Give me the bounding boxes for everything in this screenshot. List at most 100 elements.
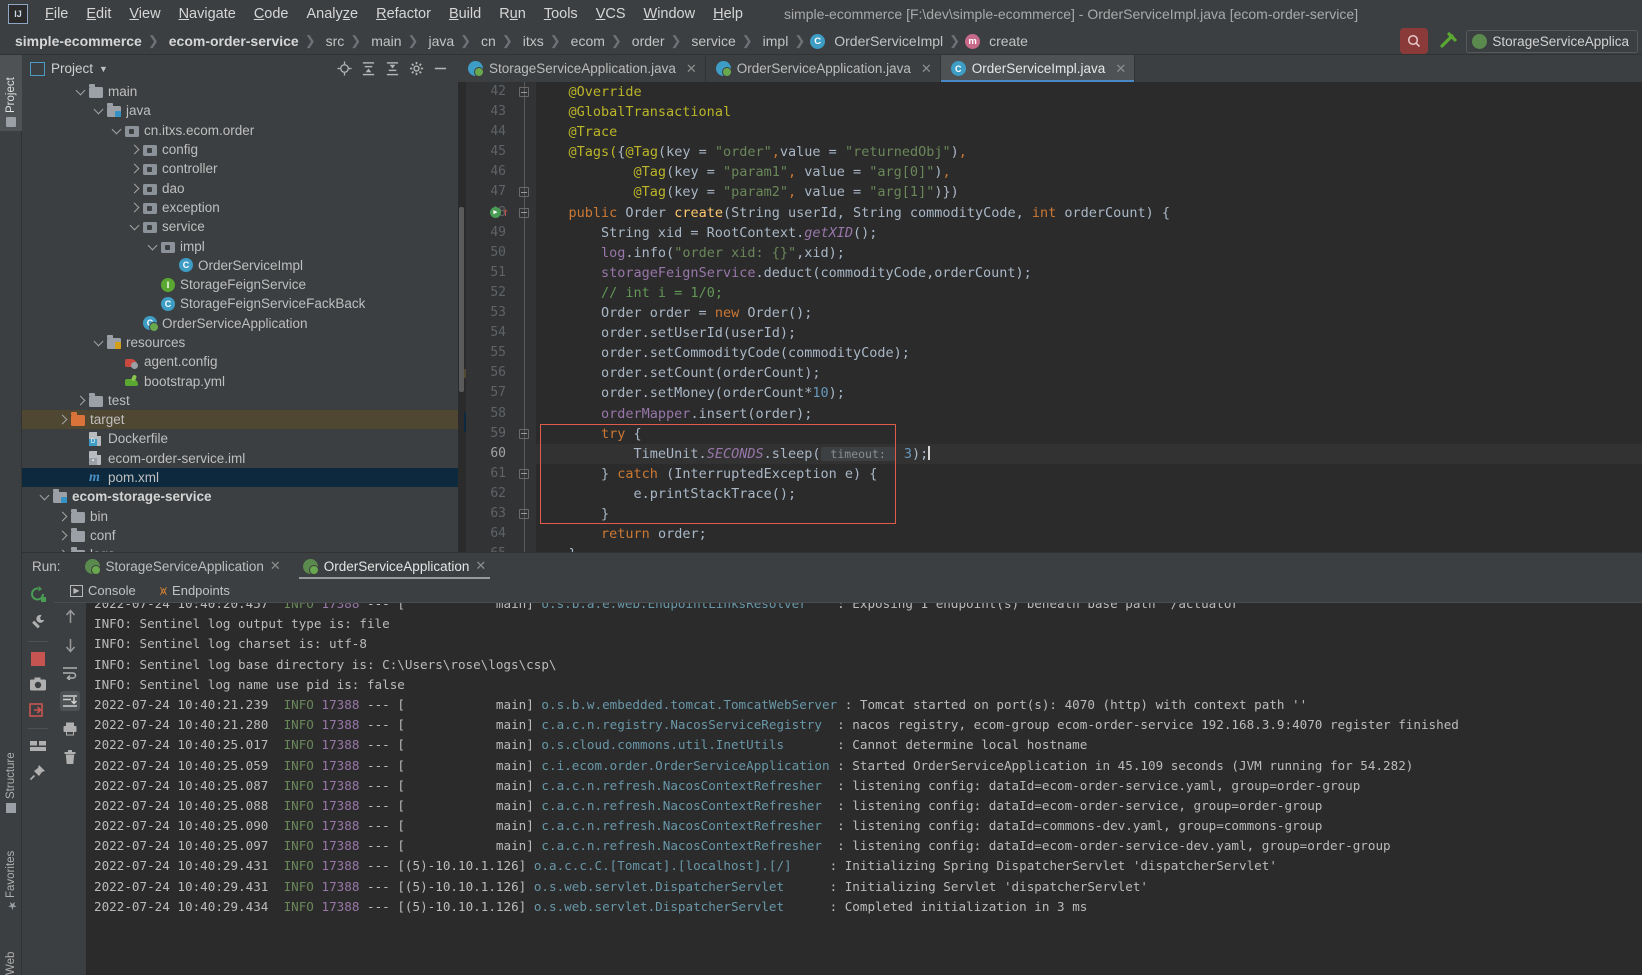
- soft-wrap-button[interactable]: [60, 663, 80, 683]
- gutter-line-42[interactable]: 42: [466, 82, 536, 103]
- gutter-line-57[interactable]: 57: [466, 383, 536, 404]
- chevron-right-icon[interactable]: [130, 144, 141, 155]
- run-gutter-icon[interactable]: ▶: [490, 206, 501, 218]
- clear-console-button[interactable]: [60, 747, 80, 767]
- tree-node-exception[interactable]: exception: [22, 198, 458, 217]
- code-line-65[interactable]: }: [536, 544, 1642, 552]
- tree-node-target[interactable]: target: [22, 410, 458, 430]
- tree-node-bootstrap-yml[interactable]: bootstrap.yml: [22, 371, 458, 390]
- tree-node-storagefeignservicefackback[interactable]: C StorageFeignServiceFackBack: [22, 294, 458, 313]
- chevron-down-icon[interactable]: [94, 337, 105, 348]
- gutter-line-55[interactable]: 55: [466, 343, 536, 364]
- gutter-line-52[interactable]: 52: [466, 282, 536, 304]
- chevron-right-icon[interactable]: [58, 511, 69, 522]
- chevron-down-icon[interactable]: [40, 491, 51, 502]
- tree-node-impl[interactable]: impl: [22, 236, 458, 255]
- gutter-line-51[interactable]: 51: [466, 262, 536, 283]
- console-output[interactable]: 2022-07-24 10:40:20.457 INFO 17388 --- […: [86, 603, 1642, 975]
- breadcrumb-item-main[interactable]: main ❯: [364, 31, 421, 51]
- code-line-59[interactable]: try {: [536, 424, 1642, 444]
- scroll-up-button[interactable]: [60, 607, 80, 627]
- fold-toggle-icon[interactable]: [519, 428, 529, 439]
- editor-tab-orderserviceapplication-java[interactable]: OrderServiceApplication.java ✕: [706, 55, 941, 82]
- layout-icon[interactable]: [29, 739, 47, 753]
- breadcrumb-item-service[interactable]: service ❯: [684, 31, 755, 51]
- menu-item-refactor[interactable]: Refactor: [367, 3, 440, 25]
- chevron-down-icon[interactable]: [112, 125, 123, 136]
- gutter-line-48[interactable]: ▶↑48: [466, 202, 536, 223]
- breadcrumb-item-ecom[interactable]: ecom ❯: [564, 31, 625, 51]
- editor-tab-storageserviceapplication-java[interactable]: StorageServiceApplication.java ✕: [458, 55, 706, 82]
- fold-toggle-icon[interactable]: [519, 207, 529, 218]
- fold-toggle-icon[interactable]: [519, 87, 529, 97]
- menu-item-code[interactable]: Code: [245, 3, 298, 25]
- tree-node-java[interactable]: java: [22, 101, 458, 120]
- menu-item-build[interactable]: Build: [440, 3, 490, 25]
- gutter-line-64[interactable]: 64: [466, 524, 536, 545]
- tree-node-agent-config[interactable]: agent.config: [22, 352, 458, 371]
- chevron-down-icon[interactable]: ▼: [99, 64, 108, 74]
- menu-item-navigate[interactable]: Navigate: [170, 3, 245, 25]
- gutter-line-50[interactable]: 50: [466, 242, 536, 263]
- chevron-right-icon[interactable]: [130, 202, 141, 213]
- target-icon[interactable]: [337, 61, 352, 76]
- close-icon[interactable]: ✕: [475, 558, 486, 574]
- tool-tab-project[interactable]: Project: [0, 55, 22, 131]
- tree-node-config[interactable]: config: [22, 140, 458, 159]
- code-line-60[interactable]: TimeUnit.SECONDS.sleep( timeout: 3);: [536, 443, 1642, 464]
- tool-tab-favorites[interactable]: ★ Favorites: [0, 830, 22, 916]
- breadcrumb-item-order[interactable]: order ❯: [625, 31, 685, 51]
- tree-node-controller[interactable]: controller: [22, 159, 458, 178]
- code-line-55[interactable]: order.setCommodityCode(commodityCode);: [536, 343, 1642, 363]
- expand-all-icon[interactable]: [361, 61, 376, 76]
- close-icon[interactable]: ✕: [686, 61, 697, 77]
- gutter-line-60[interactable]: 60: [466, 443, 536, 464]
- fold-toggle-icon[interactable]: [519, 508, 529, 519]
- code-line-52[interactable]: // int i = 1/0;: [536, 283, 1642, 303]
- run-configuration-selector[interactable]: StorageServiceApplica: [1466, 29, 1638, 53]
- chevron-down-icon[interactable]: [130, 221, 141, 232]
- code-line-54[interactable]: order.setUserId(userId);: [536, 323, 1642, 343]
- close-icon[interactable]: ✕: [270, 558, 281, 574]
- menu-item-analyze[interactable]: Analyze: [298, 3, 368, 25]
- tree-node-orderserviceimpl[interactable]: C OrderServiceImpl: [22, 256, 458, 275]
- menu-item-window[interactable]: Window: [635, 3, 705, 25]
- tree-node-service[interactable]: service: [22, 217, 458, 236]
- code-line-53[interactable]: Order order = new Order();: [536, 303, 1642, 323]
- scroll-to-end-button[interactable]: [60, 691, 80, 711]
- scrollbar-thumb[interactable]: [459, 207, 464, 392]
- chevron-down-icon[interactable]: [76, 86, 87, 97]
- tool-tab-structure[interactable]: Structure: [0, 735, 22, 817]
- menu-item-help[interactable]: Help: [704, 3, 752, 25]
- menu-item-run[interactable]: Run: [490, 3, 535, 25]
- tree-node-ecom-order-service-iml[interactable]: ▪ ecom-order-service.iml: [22, 449, 458, 468]
- gutter-line-53[interactable]: 53: [466, 303, 536, 324]
- editor-code-lines[interactable]: @Override @GlobalTransactional @Trace @T…: [536, 82, 1642, 552]
- breadcrumb-item-simple-ecommerce[interactable]: simple-ecommerce ❯: [8, 31, 162, 51]
- gutter-line-47[interactable]: 47: [466, 182, 536, 203]
- close-icon[interactable]: ✕: [1115, 61, 1126, 77]
- override-marker-icon[interactable]: ↑: [502, 205, 509, 219]
- menu-item-tools[interactable]: Tools: [535, 3, 587, 25]
- code-line-42[interactable]: @Override: [536, 82, 1642, 102]
- tree-node-logs[interactable]: logs: [22, 545, 458, 552]
- code-line-49[interactable]: String xid = RootContext.getXID();: [536, 223, 1642, 243]
- minimize-icon[interactable]: [433, 61, 448, 76]
- code-line-62[interactable]: e.printStackTrace();: [536, 484, 1642, 504]
- rerun-icon[interactable]: [29, 585, 47, 603]
- menu-item-edit[interactable]: Edit: [77, 3, 120, 25]
- console-tab-endpoints[interactable]: ⩙ Endpoints: [156, 581, 234, 601]
- wrench-icon[interactable]: [29, 613, 47, 631]
- tree-node-pom-xml[interactable]: m pom.xml: [22, 467, 458, 488]
- tool-tab-web[interactable]: Web: [0, 933, 22, 975]
- breadcrumb-item-create[interactable]: m create: [963, 31, 1035, 51]
- breadcrumb-item-orderserviceimpl[interactable]: C OrderServiceImpl ❯: [808, 31, 963, 51]
- export-icon[interactable]: [29, 702, 47, 718]
- close-icon[interactable]: ✕: [921, 61, 932, 77]
- code-line-63[interactable]: }: [536, 504, 1642, 524]
- gutter-line-59[interactable]: 59: [466, 423, 536, 444]
- pin-icon[interactable]: [29, 763, 47, 781]
- editor-tab-orderserviceimpl-java[interactable]: C OrderServiceImpl.java ✕: [940, 55, 1136, 82]
- chevron-down-icon[interactable]: [94, 105, 105, 116]
- gutter-line-65[interactable]: 65: [466, 544, 536, 552]
